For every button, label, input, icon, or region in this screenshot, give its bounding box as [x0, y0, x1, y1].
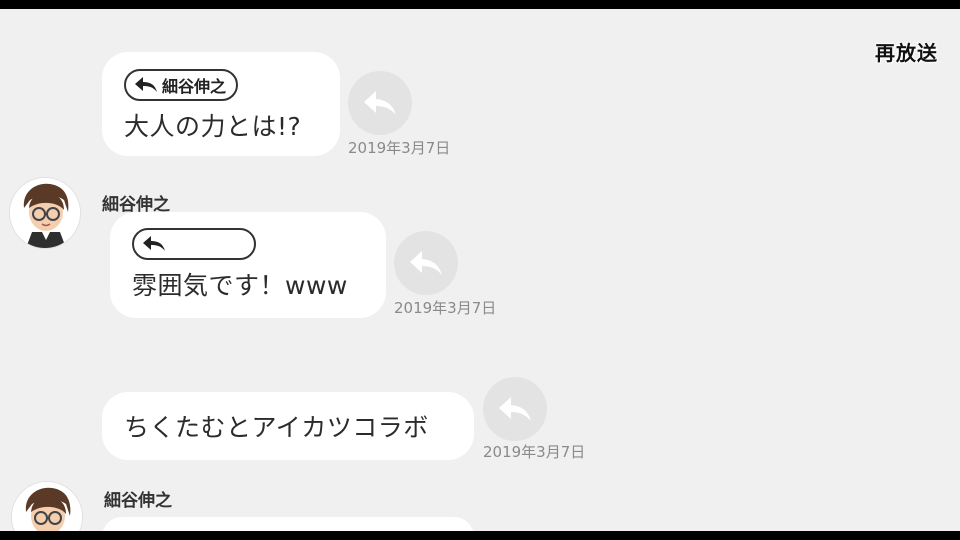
quoted-reply-chip[interactable]: 細谷伸之	[124, 69, 239, 101]
reply-button[interactable]	[348, 71, 412, 135]
message-timestamp: 2019年3月7日	[483, 443, 586, 461]
reply-arrow-icon	[410, 251, 442, 275]
quote-arrow-icon	[135, 77, 157, 92]
quoted-reply-chip[interactable]	[132, 228, 256, 260]
quoted-sender-name: 細谷伸之	[162, 77, 227, 96]
message-bubble[interactable]: 細谷伸之 大人の力とは!?	[102, 52, 340, 156]
avatar[interactable]	[10, 178, 80, 248]
avatar-illustration	[10, 178, 80, 248]
replay-label: 再放送	[875, 41, 938, 65]
reply-arrow-icon	[499, 397, 531, 421]
reply-button[interactable]	[483, 377, 547, 441]
message-bubble[interactable]	[102, 517, 474, 531]
message-bubble[interactable]: 雰囲気です！www	[110, 212, 386, 318]
avatar[interactable]	[12, 482, 82, 531]
sender-name: 細谷伸之	[104, 491, 172, 511]
message-bubble[interactable]: ちくたむとアイカツコラボ	[102, 392, 474, 460]
avatar-illustration	[12, 482, 82, 531]
chat-screen: 再放送 細谷伸之 大人の力とは!? 2019年3月7日 細谷伸之 雰囲気です！w…	[0, 9, 960, 531]
message-timestamp: 2019年3月7日	[348, 139, 451, 157]
message-timestamp: 2019年3月7日	[394, 299, 497, 317]
reply-button[interactable]	[394, 231, 458, 295]
message-text: 大人の力とは!?	[124, 112, 302, 141]
message-text: 雰囲気です！www	[132, 271, 348, 300]
message-text: ちくたむとアイカツコラボ	[124, 413, 429, 442]
quote-arrow-icon	[143, 236, 165, 251]
reply-arrow-icon	[364, 91, 396, 115]
